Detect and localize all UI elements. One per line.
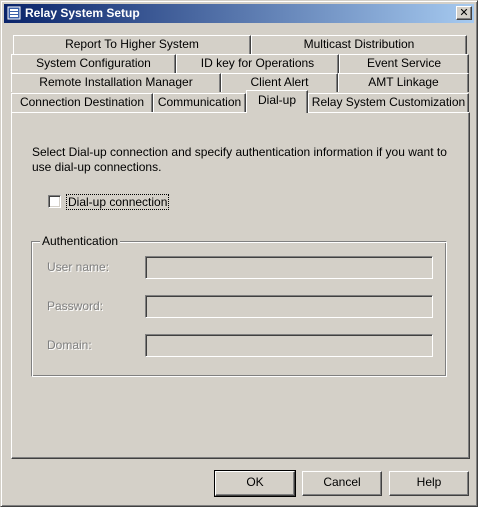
tab-relay-system-customization[interactable]: Relay System Customization (308, 93, 469, 112)
tab-label: AMT Linkage (368, 75, 439, 89)
domain-input[interactable] (145, 334, 433, 357)
close-icon: ✕ (459, 7, 469, 19)
user-name-input[interactable] (145, 256, 433, 279)
tab-label: Communication (157, 95, 242, 109)
tab-label: Connection Destination (19, 95, 145, 109)
tab-id-key-for-operations[interactable]: ID key for Operations (176, 54, 339, 73)
tab-label: Remote Installation Manager (39, 75, 193, 89)
tab-dial-up[interactable]: Dial-up (246, 90, 308, 113)
tab-label: ID key for Operations (200, 56, 315, 70)
help-button[interactable]: Help (389, 471, 469, 496)
dialup-connection-label[interactable]: Dial-up connection (66, 194, 170, 210)
tab-communication[interactable]: Communication (153, 93, 246, 112)
tab-report-to-higher-system[interactable]: Report To Higher System (13, 35, 251, 54)
app-icon (7, 6, 21, 20)
user-name-label: User name: (47, 260, 110, 274)
tab-amt-linkage[interactable]: AMT Linkage (338, 73, 469, 92)
tab-panel-dial-up: Select Dial-up connection and specify au… (11, 112, 470, 459)
window-title: Relay System Setup (25, 6, 140, 20)
title-bar[interactable]: Relay System Setup ✕ (4, 4, 474, 23)
dialog-window: Relay System Setup ✕ Report To Higher Sy… (0, 0, 478, 507)
tab-remote-installation-manager[interactable]: Remote Installation Manager (11, 73, 221, 92)
tab-label: Report To Higher System (65, 37, 199, 51)
dialup-description: Select Dial-up connection and specify au… (32, 145, 447, 174)
tab-label: Client Alert (250, 75, 309, 89)
cancel-button[interactable]: Cancel (302, 471, 382, 496)
tab-label: Relay System Customization (311, 95, 466, 109)
tab-label: Event Service (366, 56, 442, 70)
dialup-connection-checkbox[interactable] (48, 195, 61, 208)
tab-multicast-distribution[interactable]: Multicast Distribution (251, 35, 467, 54)
close-button[interactable]: ✕ (456, 6, 472, 20)
domain-label: Domain: (47, 338, 92, 352)
tab-system-configuration[interactable]: System Configuration (11, 54, 176, 73)
password-input[interactable] (145, 295, 433, 318)
tab-label: Dial-up (257, 93, 296, 107)
password-label: Password: (47, 299, 104, 313)
tab-event-service[interactable]: Event Service (339, 54, 469, 73)
tab-connection-destination[interactable]: Connection Destination (11, 93, 153, 112)
tab-label: System Configuration (36, 56, 151, 70)
authentication-group-label: Authentication (40, 234, 121, 248)
tab-label: Multicast Distribution (303, 37, 415, 51)
authentication-group: Authentication User name: Password: Doma… (31, 234, 447, 377)
ok-button[interactable]: OK (214, 470, 296, 497)
